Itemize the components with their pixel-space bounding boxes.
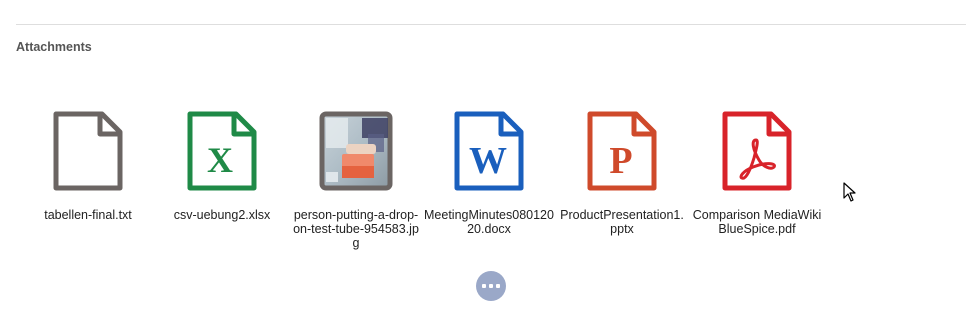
section-title: Attachments	[16, 40, 92, 54]
svg-text:W: W	[469, 140, 507, 182]
attachment-filename[interactable]: Comparison MediaWiki BlueSpice.pdf	[692, 208, 822, 236]
attachment-filename[interactable]: ProductPresentation1.pptx	[557, 208, 687, 236]
attachment-filename[interactable]: MeetingMinutes08012020.docx	[424, 208, 554, 236]
top-divider	[16, 24, 966, 25]
txt-file-icon	[50, 110, 126, 192]
svg-text:P: P	[609, 140, 632, 182]
more-dots-icon-dot	[496, 284, 500, 288]
more-dots-icon	[482, 284, 486, 288]
powerpoint-file-icon: P	[584, 110, 660, 192]
image-thumbnail-icon	[318, 110, 394, 192]
mouse-pointer-icon	[843, 182, 857, 207]
show-more-button[interactable]	[476, 271, 506, 301]
attachment-filename[interactable]: tabellen-final.txt	[23, 208, 153, 222]
svg-text:X: X	[207, 140, 233, 180]
attachment-filename[interactable]: person-putting-a-drop-on-test-tube-95458…	[291, 208, 421, 250]
pdf-file-icon	[719, 110, 795, 192]
excel-file-icon: X	[184, 110, 260, 192]
attachment-filename[interactable]: csv-uebung2.xlsx	[157, 208, 287, 222]
word-file-icon: W	[451, 110, 527, 192]
more-dots-icon-dot	[489, 284, 493, 288]
